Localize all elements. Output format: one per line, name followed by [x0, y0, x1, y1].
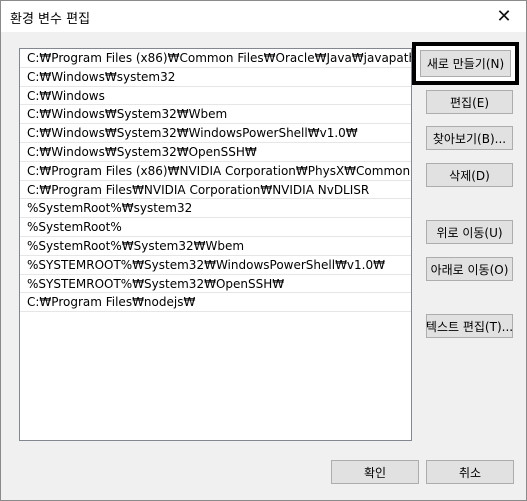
list-item[interactable]: C:₩Program Files (x86)₩Common Files₩Orac…: [20, 49, 411, 68]
dialog-title: 환경 변수 편집: [10, 12, 91, 27]
close-icon[interactable]: ✕: [482, 1, 526, 32]
list-item[interactable]: C:₩Windows₩System32₩Wbem: [20, 105, 411, 125]
edit-text-button[interactable]: 텍스트 편집(T)...: [426, 314, 513, 338]
title-bar: 환경 변수 편집 ✕: [1, 1, 526, 32]
list-item[interactable]: C:₩Windows: [20, 87, 411, 106]
list-item[interactable]: %SystemRoot%: [20, 218, 411, 237]
ok-button[interactable]: 확인: [331, 460, 419, 484]
list-item[interactable]: %SYSTEMROOT%₩System32₩OpenSSH₩: [20, 275, 411, 294]
move-down-button[interactable]: 아래로 이동(O): [426, 257, 513, 281]
list-item[interactable]: %SystemRoot%₩system32: [20, 199, 411, 219]
list-item[interactable]: C:₩Windows₩System32₩OpenSSH₩: [20, 143, 411, 162]
list-item[interactable]: %SYSTEMROOT%₩System32₩WindowsPowerShell₩…: [20, 256, 411, 275]
new-button[interactable]: 새로 만들기(N): [412, 42, 519, 85]
path-list[interactable]: C:₩Program Files (x86)₩Common Files₩Orac…: [19, 48, 412, 441]
move-up-button[interactable]: 위로 이동(U): [426, 220, 513, 244]
list-item[interactable]: C:₩Program Files₩NVIDIA Corporation₩NVID…: [20, 181, 411, 200]
browse-button[interactable]: 찾아보기(B)...: [426, 126, 513, 150]
list-item[interactable]: C:₩Program Files₩nodejs₩: [20, 293, 411, 313]
cancel-button[interactable]: 취소: [426, 460, 514, 484]
edit-env-var-dialog: 환경 변수 편집 ✕ C:₩Program Files (x86)₩Common…: [0, 0, 527, 501]
list-item[interactable]: C:₩Windows₩system32: [20, 68, 411, 87]
list-item[interactable]: C:₩Program Files (x86)₩NVIDIA Corporatio…: [20, 162, 411, 181]
edit-button[interactable]: 편집(E): [426, 90, 513, 114]
new-button-label: 새로 만들기(N): [420, 50, 511, 77]
list-item[interactable]: C:₩Windows₩System32₩WindowsPowerShell₩v1…: [20, 124, 411, 143]
list-item[interactable]: %SystemRoot%₩System32₩Wbem: [20, 237, 411, 256]
delete-button[interactable]: 삭제(D): [426, 163, 513, 187]
